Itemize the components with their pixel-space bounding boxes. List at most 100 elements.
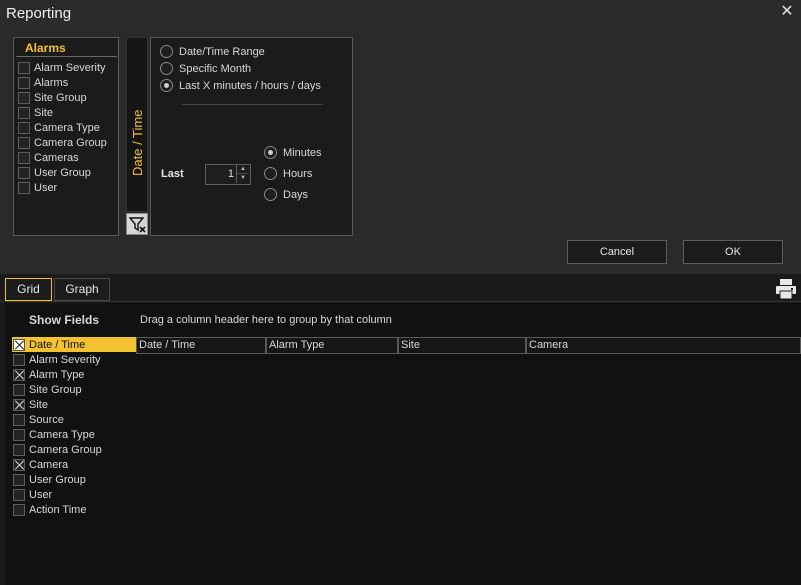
field-user-group[interactable]: User Group bbox=[12, 472, 136, 487]
last-label: Last bbox=[161, 168, 184, 180]
checkbox-label: Site bbox=[34, 106, 53, 119]
checkbox[interactable] bbox=[18, 151, 30, 164]
mode-date-time-range[interactable]: Date/Time Range bbox=[160, 44, 265, 59]
view-tabs: Grid Graph bbox=[0, 274, 801, 302]
field-label: Alarm Severity bbox=[29, 353, 101, 366]
checkbox[interactable] bbox=[18, 106, 30, 119]
printer-icon[interactable] bbox=[775, 278, 797, 300]
field-camera-type[interactable]: Camera Type bbox=[12, 427, 136, 442]
radio-button[interactable] bbox=[264, 146, 277, 159]
unit-hours[interactable]: Hours bbox=[264, 166, 312, 181]
column-header-site[interactable]: Site bbox=[398, 337, 526, 354]
radio-button[interactable] bbox=[264, 188, 277, 201]
field-site[interactable]: Site bbox=[12, 397, 136, 412]
cancel-button[interactable]: Cancel bbox=[567, 240, 667, 264]
close-icon[interactable]: ✕ bbox=[779, 3, 795, 21]
radio-button[interactable] bbox=[160, 62, 173, 75]
radio-label: Days bbox=[283, 188, 309, 201]
alarms-panel: Alarms Alarm Severity Alarms Site Group … bbox=[13, 37, 119, 236]
last-value-stepper[interactable]: 1 ▲ ▼ bbox=[205, 164, 251, 185]
field-action-time[interactable]: Action Time bbox=[12, 502, 136, 517]
tab-date-time[interactable]: Date / Time bbox=[126, 37, 148, 212]
field-source[interactable]: Source bbox=[12, 412, 136, 427]
alarm-filter-site[interactable]: Site bbox=[18, 105, 53, 120]
alarm-filter-user-group[interactable]: User Group bbox=[18, 165, 91, 180]
field-alarm-type[interactable]: Alarm Type bbox=[12, 367, 136, 382]
field-label: Source bbox=[29, 413, 64, 426]
checkbox-label: Camera Type bbox=[34, 121, 100, 134]
field-site-group[interactable]: Site Group bbox=[12, 382, 136, 397]
alarm-filter-alarm-severity[interactable]: Alarm Severity bbox=[18, 60, 106, 75]
checkbox-label: Camera Group bbox=[34, 136, 107, 149]
column-header-alarm-type[interactable]: Alarm Type bbox=[266, 337, 398, 354]
alarm-filter-user[interactable]: User bbox=[18, 180, 57, 195]
field-alarm-severity[interactable]: Alarm Severity bbox=[12, 352, 136, 367]
filter-clear-icon bbox=[128, 217, 146, 233]
field-camera-group[interactable]: Camera Group bbox=[12, 442, 136, 457]
field-camera[interactable]: Camera bbox=[12, 457, 136, 472]
checkbox[interactable] bbox=[13, 338, 25, 351]
decrement-icon[interactable]: ▼ bbox=[236, 174, 249, 183]
radio-label: Last X minutes / hours / days bbox=[179, 79, 321, 92]
tab-graph[interactable]: Graph bbox=[54, 278, 110, 301]
checkbox-label: User Group bbox=[34, 166, 91, 179]
unit-minutes[interactable]: Minutes bbox=[264, 145, 322, 160]
checkbox[interactable] bbox=[13, 473, 25, 486]
checkbox[interactable] bbox=[13, 368, 25, 381]
tab-grid[interactable]: Grid bbox=[5, 278, 52, 301]
radio-label: Minutes bbox=[283, 146, 322, 159]
checkbox[interactable] bbox=[18, 181, 30, 194]
checkbox[interactable] bbox=[13, 428, 25, 441]
checkbox[interactable] bbox=[18, 136, 30, 149]
field-label: Camera Type bbox=[29, 428, 95, 441]
group-by-hint: Drag a column header here to group by th… bbox=[140, 314, 392, 326]
date-time-panel: Date/Time Range Specific Month Last X mi… bbox=[150, 37, 353, 236]
checkbox-label: User bbox=[34, 181, 58, 194]
checkbox[interactable] bbox=[13, 383, 25, 396]
alarm-filter-camera-type[interactable]: Camera Type bbox=[18, 120, 100, 135]
unit-days[interactable]: Days bbox=[264, 187, 308, 202]
field-label: Site bbox=[29, 398, 48, 411]
checkbox[interactable] bbox=[18, 61, 30, 74]
checkbox[interactable] bbox=[13, 488, 25, 501]
radio-button[interactable] bbox=[160, 79, 173, 92]
radio-button[interactable] bbox=[264, 167, 277, 180]
checkbox[interactable] bbox=[18, 76, 30, 89]
alarm-filter-cameras[interactable]: Cameras bbox=[18, 150, 79, 165]
checkbox[interactable] bbox=[18, 91, 30, 104]
clear-filter-button[interactable] bbox=[126, 213, 148, 235]
checkbox-label: Alarms bbox=[34, 76, 69, 89]
filter-area bbox=[0, 26, 801, 274]
alarm-filter-camera-group[interactable]: Camera Group bbox=[18, 135, 107, 150]
increment-icon[interactable]: ▲ bbox=[236, 165, 249, 174]
ok-button[interactable]: OK bbox=[683, 240, 783, 264]
radio-button[interactable] bbox=[160, 45, 173, 58]
alarm-filter-alarms[interactable]: Alarms bbox=[18, 75, 68, 90]
checkbox[interactable] bbox=[13, 503, 25, 516]
checkbox[interactable] bbox=[18, 166, 30, 179]
field-user[interactable]: User bbox=[12, 487, 136, 502]
checkbox[interactable] bbox=[18, 121, 30, 134]
field-label: Camera Group bbox=[29, 443, 102, 456]
checkbox[interactable] bbox=[13, 353, 25, 366]
field-label: Camera bbox=[29, 458, 69, 471]
mode-specific-month[interactable]: Specific Month bbox=[160, 61, 251, 76]
mode-last-x[interactable]: Last X minutes / hours / days bbox=[160, 78, 321, 93]
checkbox[interactable] bbox=[13, 458, 25, 471]
field-label: User bbox=[29, 488, 53, 501]
checkbox[interactable] bbox=[13, 443, 25, 456]
divider bbox=[182, 104, 323, 105]
radio-label: Hours bbox=[283, 167, 313, 180]
checkbox[interactable] bbox=[13, 413, 25, 426]
alarm-filter-site-group[interactable]: Site Group bbox=[18, 90, 87, 105]
window-title: Reporting bbox=[6, 5, 72, 22]
field-label: User Group bbox=[29, 473, 86, 486]
grid-body bbox=[136, 354, 801, 585]
column-header-camera[interactable]: Camera bbox=[526, 337, 801, 354]
column-header-date-time[interactable]: Date / Time bbox=[136, 337, 266, 354]
checkbox[interactable] bbox=[13, 398, 25, 411]
title-bar: Reporting ✕ bbox=[0, 0, 801, 26]
field-date-time[interactable]: Date / Time bbox=[12, 337, 136, 352]
checkbox-label: Alarm Severity bbox=[34, 61, 106, 74]
radio-label: Date/Time Range bbox=[179, 45, 265, 58]
